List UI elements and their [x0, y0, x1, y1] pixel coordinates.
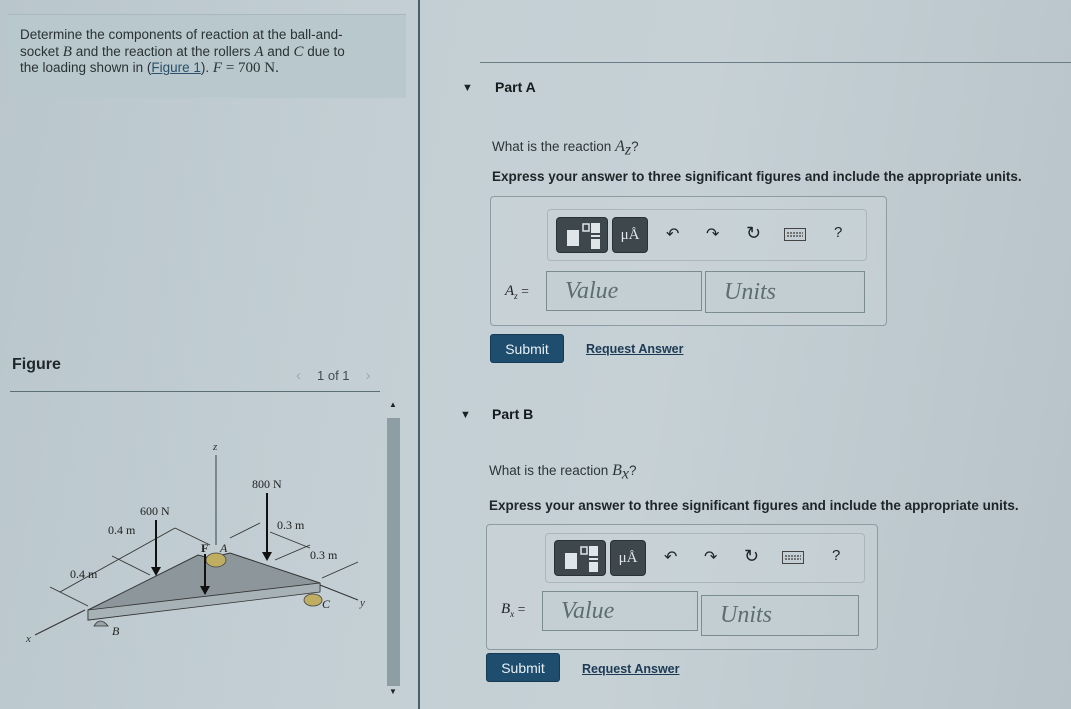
dim-label-04-lower: 0.4 m [70, 567, 98, 581]
figure-divider [10, 391, 380, 392]
part-a-answer-box: μÅ ↶ ↷ ↻ ? Az = Value Units [490, 196, 887, 326]
var-b: B [62, 43, 72, 60]
dim-line-3 [111, 555, 151, 576]
label-b: B [112, 624, 120, 638]
scroll-thumb[interactable] [387, 418, 400, 686]
part-a-label: Az = [505, 283, 529, 301]
z-axis-label: z [212, 441, 218, 453]
problem-line-3: the loading shown in (Figure 1). F = 700… [20, 60, 279, 76]
keyboard-icon[interactable] [784, 228, 806, 241]
units-symbol-button[interactable]: μÅ [612, 217, 648, 253]
dim-line-7 [274, 544, 311, 561]
dim-line-2 [49, 586, 89, 607]
reset-icon[interactable]: ↻ [744, 546, 759, 567]
dim-line-6 [269, 531, 311, 549]
part-b-answer-box: μÅ ↶ ↷ ↻ ? Bx = Value Units [486, 524, 878, 650]
part-b-units-input[interactable]: Units [701, 595, 859, 636]
scroll-down-icon[interactable]: ▼ [389, 687, 397, 696]
part-b-submit-button[interactable]: Submit [486, 653, 560, 682]
figure-scrollbar[interactable]: ▲ ▼ [385, 398, 403, 698]
dim-label-03-lower: 0.3 m [310, 548, 338, 562]
var-f: F [212, 60, 223, 76]
figure-pager: ‹ 1 of 1 › [296, 367, 371, 384]
undo-icon[interactable]: ↶ [666, 224, 679, 244]
keyboard-icon[interactable] [782, 551, 804, 564]
x-axis-label: x [25, 633, 31, 645]
reset-icon[interactable]: ↻ [746, 223, 761, 244]
part-a-instruction: Express your answer to three significant… [492, 169, 1022, 184]
scroll-up-icon[interactable]: ▲ [389, 400, 397, 409]
problem-line-2: socket B and the reaction at the rollers… [20, 43, 345, 60]
templates-button[interactable] [556, 217, 608, 253]
dim-line-5 [229, 522, 261, 539]
pager-prev-button[interactable]: ‹ [296, 367, 301, 384]
part-b-request-answer-link[interactable]: Request Answer [582, 662, 679, 676]
units-symbol-button[interactable]: μÅ [610, 540, 646, 576]
redo-icon[interactable]: ↷ [706, 224, 719, 244]
figure-link[interactable]: Figure 1 [151, 60, 201, 75]
part-a-submit-button[interactable]: Submit [490, 334, 564, 363]
help-icon[interactable]: ? [832, 547, 840, 564]
templates-button[interactable] [554, 540, 606, 576]
pane-divider[interactable] [418, 0, 420, 709]
part-a-toolbar: μÅ ↶ ↷ ↻ ? [547, 209, 867, 261]
undo-icon[interactable]: ↶ [664, 547, 677, 567]
templates-icon [565, 546, 598, 572]
pager-next-button[interactable]: › [366, 367, 371, 384]
y-axis-label: y [359, 597, 365, 609]
free-body-diagram: z x y 600 N 800 N F A B C 0.4 m 0.4 m 0.… [25, 441, 365, 645]
part-b-value-input[interactable]: Value [542, 591, 698, 631]
label-a: A [219, 541, 228, 555]
part-a-title[interactable]: Part A [495, 79, 536, 95]
dim-label-04-upper: 0.4 m [108, 523, 136, 537]
force-value: = 700 N. [222, 60, 279, 76]
right-top-divider [480, 62, 1071, 63]
label-f: F [201, 541, 208, 555]
label-c: C [322, 597, 331, 611]
problem-statement: Determine the components of reaction at … [8, 14, 406, 98]
part-b-toolbar: μÅ ↶ ↷ ↻ ? [545, 533, 865, 583]
roller-a [205, 552, 227, 568]
load-800-head [262, 552, 272, 561]
part-b-toggle-icon[interactable]: ▼ [460, 409, 471, 421]
pager-text: 1 of 1 [317, 368, 350, 383]
dim-line-8 [321, 561, 359, 579]
part-a-question: What is the reaction Az? [492, 138, 639, 159]
roller-c [303, 593, 323, 607]
dim-label-03-upper: 0.3 m [277, 518, 305, 532]
part-a-toggle-icon[interactable]: ▼ [462, 82, 473, 94]
problem-line-1: Determine the components of reaction at … [20, 27, 343, 42]
help-icon[interactable]: ? [834, 224, 842, 241]
left-pane: Determine the components of reaction at … [0, 0, 408, 709]
part-a-units-input[interactable]: Units [705, 271, 865, 313]
part-a-value-input[interactable]: Value [546, 271, 702, 311]
label-600n: 600 N [140, 504, 170, 518]
x-axis [34, 609, 86, 636]
part-a-request-answer-link[interactable]: Request Answer [586, 342, 683, 356]
redo-icon[interactable]: ↷ [704, 547, 717, 567]
part-b-title[interactable]: Part B [492, 406, 533, 422]
var-c: C [293, 43, 304, 60]
ball-socket-b [93, 620, 109, 627]
part-b-question: What is the reaction Bx? [489, 462, 637, 483]
label-800n: 800 N [252, 477, 282, 491]
part-b-label: Bx = [501, 601, 526, 619]
part-b-instruction: Express your answer to three significant… [489, 498, 1019, 513]
templates-icon [567, 223, 600, 249]
figure-title: Figure [12, 356, 61, 373]
